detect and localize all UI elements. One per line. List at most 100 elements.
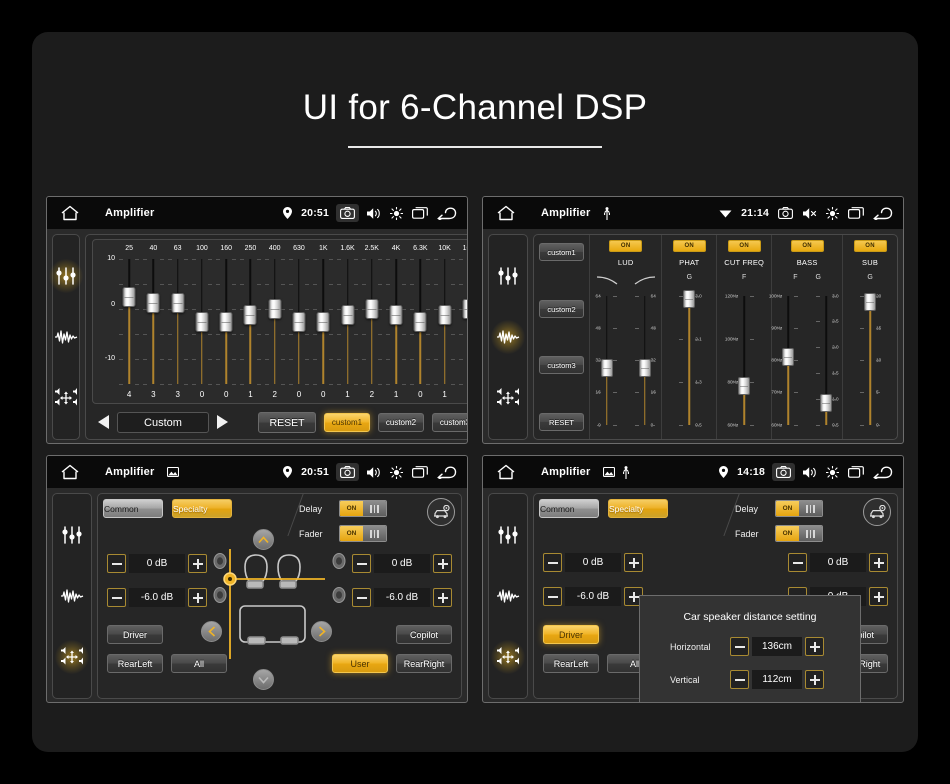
recents-icon[interactable] bbox=[848, 207, 864, 219]
brightness-icon[interactable] bbox=[826, 206, 839, 220]
back-icon[interactable] bbox=[873, 465, 893, 479]
fx-slider[interactable]: 120Hz 100Hz 80Hz 60Hz bbox=[725, 285, 758, 435]
fx-slider[interactable]: 20151050 bbox=[856, 285, 884, 435]
front-left-plus-button[interactable] bbox=[188, 554, 207, 573]
eq-band-knob[interactable] bbox=[195, 311, 209, 332]
front-right-minus-button[interactable] bbox=[352, 554, 371, 573]
rear-left-minus-button[interactable] bbox=[107, 588, 126, 607]
brightness-icon[interactable] bbox=[390, 206, 403, 220]
eq-band-track[interactable] bbox=[335, 255, 359, 388]
front-right-plus-button[interactable] bbox=[433, 554, 452, 573]
volume-icon[interactable] bbox=[802, 466, 817, 479]
fx-slider[interactable]: 3.02.52.01.51.00.5 bbox=[812, 285, 840, 435]
eq-band-knob[interactable] bbox=[389, 305, 403, 326]
eq-band-track[interactable] bbox=[408, 255, 432, 388]
eq-band-knob[interactable] bbox=[365, 299, 379, 319]
eq-band[interactable]: 1K 0 bbox=[311, 243, 335, 401]
eq-band-track[interactable] bbox=[166, 255, 190, 388]
fx-on-button[interactable]: ON bbox=[609, 240, 643, 252]
rail-waveform-icon[interactable] bbox=[491, 319, 525, 354]
fx-preset-custom1-button[interactable]: custom1 bbox=[539, 243, 584, 261]
rear-right-plus-button[interactable] bbox=[433, 588, 452, 607]
rail-balance-icon[interactable] bbox=[495, 385, 521, 411]
front-left-minus-button[interactable] bbox=[543, 553, 562, 572]
fx-slider-knob[interactable] bbox=[600, 358, 613, 377]
rail-eq-sliders-icon[interactable] bbox=[59, 522, 85, 548]
eq-band-knob[interactable] bbox=[243, 305, 257, 326]
rail-eq-sliders-icon[interactable] bbox=[495, 522, 521, 548]
fx-preset-custom2-button[interactable]: custom2 bbox=[539, 299, 584, 318]
tab-specialty[interactable]: Specialty bbox=[172, 499, 232, 518]
rear-right-minus-button[interactable] bbox=[352, 588, 371, 607]
fx-slider[interactable]: 3.02.11.30.5 bbox=[675, 285, 703, 435]
fx-slider[interactable]: 100Hz 90Hz 80Hz 70Hz 60Hz bbox=[769, 285, 802, 435]
vertical-plus-button[interactable] bbox=[805, 670, 824, 689]
eq-band-knob[interactable] bbox=[438, 305, 452, 326]
nav-up-button[interactable] bbox=[253, 529, 274, 550]
eq-band[interactable]: 250 1 bbox=[238, 243, 262, 401]
fx-on-button[interactable]: ON bbox=[790, 240, 824, 252]
eq-band-track[interactable] bbox=[360, 255, 384, 388]
rail-balance-icon[interactable] bbox=[53, 385, 79, 411]
brightness-icon[interactable] bbox=[390, 465, 403, 479]
car-gear-icon[interactable] bbox=[863, 498, 891, 526]
fader-toggle[interactable]: ON bbox=[339, 525, 387, 542]
nav-left-button[interactable] bbox=[201, 621, 222, 642]
nav-right-button[interactable] bbox=[311, 621, 332, 642]
eq-band-knob[interactable] bbox=[219, 311, 233, 332]
tab-common[interactable]: Common bbox=[539, 499, 599, 518]
eq-band[interactable]: 630 0 bbox=[287, 243, 311, 401]
rail-waveform-icon[interactable] bbox=[59, 583, 85, 609]
nav-down-button[interactable] bbox=[253, 669, 274, 690]
fx-slider-knob[interactable] bbox=[638, 358, 651, 377]
fx-slider-knob[interactable] bbox=[782, 348, 795, 367]
seat-rearleft-button[interactable]: RearLeft bbox=[543, 654, 599, 673]
eq-band[interactable]: 2.5K 2 bbox=[360, 243, 384, 401]
vertical-minus-button[interactable] bbox=[730, 670, 749, 689]
eq-band-track[interactable] bbox=[457, 255, 467, 388]
rail-eq-sliders-icon[interactable] bbox=[49, 258, 83, 293]
brightness-icon[interactable] bbox=[826, 465, 839, 479]
eq-band-track[interactable] bbox=[190, 255, 214, 388]
home-icon[interactable] bbox=[59, 204, 81, 222]
fx-preset-custom3-button[interactable]: custom3 bbox=[539, 356, 584, 375]
back-icon[interactable] bbox=[437, 206, 457, 220]
eq-band-knob[interactable] bbox=[171, 292, 185, 313]
eq-band-track[interactable] bbox=[263, 255, 287, 388]
eq-band[interactable]: 6.3K 0 bbox=[408, 243, 432, 401]
eq-band-knob[interactable] bbox=[462, 299, 467, 319]
fx-slider-knob[interactable] bbox=[738, 376, 751, 395]
car-gear-icon[interactable] bbox=[427, 498, 455, 526]
eq-band-knob[interactable] bbox=[268, 299, 282, 319]
eq-band-track[interactable] bbox=[117, 255, 141, 388]
eq-band-knob[interactable] bbox=[316, 311, 330, 332]
rear-left-minus-button[interactable] bbox=[543, 587, 562, 606]
preset-prev-button[interactable] bbox=[98, 415, 109, 429]
preset-next-button[interactable] bbox=[217, 415, 228, 429]
seat-all-button[interactable]: All bbox=[171, 654, 227, 673]
volume-icon[interactable] bbox=[366, 466, 381, 479]
recents-icon[interactable] bbox=[412, 207, 428, 219]
volume-icon[interactable] bbox=[366, 207, 381, 220]
seat-driver-button[interactable]: Driver bbox=[107, 625, 163, 644]
rear-left-plus-button[interactable] bbox=[188, 588, 207, 607]
home-icon[interactable] bbox=[495, 463, 517, 481]
rail-eq-sliders-icon[interactable] bbox=[495, 263, 521, 289]
preset-custom3-button[interactable]: custom3 bbox=[432, 412, 467, 432]
fx-slider-knob[interactable] bbox=[683, 290, 696, 309]
eq-band[interactable]: 400 2 bbox=[263, 243, 287, 401]
camera-icon[interactable] bbox=[336, 463, 359, 481]
camera-icon[interactable] bbox=[336, 204, 359, 222]
horizontal-plus-button[interactable] bbox=[805, 637, 824, 656]
delay-toggle[interactable]: ON bbox=[775, 500, 823, 517]
fx-on-button[interactable]: ON bbox=[727, 240, 761, 252]
rail-balance-icon[interactable] bbox=[491, 640, 525, 675]
eq-band[interactable]: 63 3 bbox=[166, 243, 190, 401]
eq-band-knob[interactable] bbox=[146, 292, 160, 313]
seat-rearleft-button[interactable]: RearLeft bbox=[107, 654, 163, 673]
eq-band-knob[interactable] bbox=[122, 286, 136, 307]
eq-band[interactable]: 100 0 bbox=[190, 243, 214, 401]
eq-band[interactable]: 16K 2 bbox=[457, 243, 467, 401]
reset-button[interactable]: RESET bbox=[258, 411, 316, 433]
eq-band-track[interactable] bbox=[287, 255, 311, 388]
